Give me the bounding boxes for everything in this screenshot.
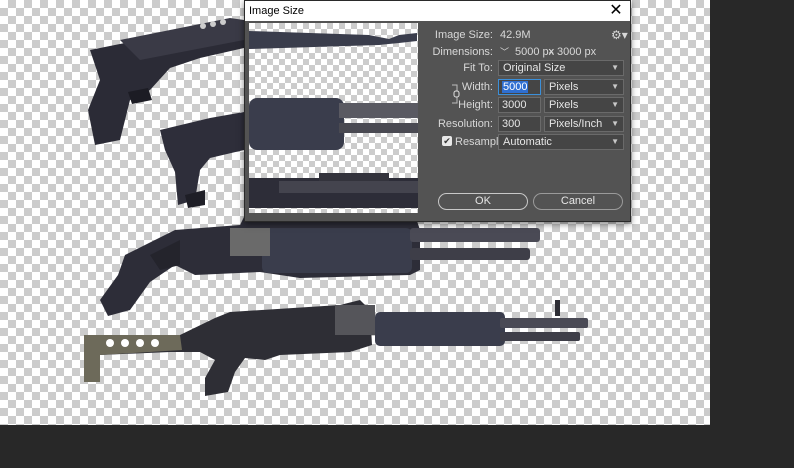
resolution-unit-select[interactable]: Pixels/Inch ▼ [544,116,624,132]
height-unit-select[interactable]: Pixels ▼ [544,97,624,113]
fit-to-value: Original Size [503,62,566,74]
dimensions-times: × [548,46,555,58]
height-value: 3000 [502,99,527,111]
chevron-down-icon: ▼ [611,63,619,72]
resample-checkbox[interactable]: ✔ [442,136,452,146]
dialog-titlebar: Image Size ✕ [245,1,630,21]
image-size-value: 42.9M [500,29,531,41]
width-label: Width: [461,81,493,93]
fit-to-label: Fit To: [463,62,493,74]
height-input[interactable]: 3000 [498,97,541,113]
resample-select[interactable]: Automatic ▼ [498,134,624,150]
width-input[interactable]: 5000 [498,79,541,95]
dimensions-label: Dimensions: [432,46,493,58]
preview-image [249,31,418,208]
width-unit: Pixels [549,81,579,93]
ok-button[interactable]: OK [438,193,528,210]
shotgun-4 [84,300,588,396]
image-size-dialog: Image Size ✕ Image Size: 42.9M ⚙▾ Dimens… [244,0,631,222]
chevron-down-icon: ▼ [611,82,619,91]
chevron-down-icon: ▼ [611,100,619,109]
width-value: 5000 [502,81,529,93]
photoshop-workspace: Image Size ✕ Image Size: 42.9M ⚙▾ Dimens… [0,0,794,468]
close-icon[interactable]: ✕ [608,2,624,20]
height-unit: Pixels [549,99,579,111]
dimensions-height: 3000 px [557,46,597,58]
resolution-label: Resolution: [437,118,493,130]
resolution-unit: Pixels/Inch [549,118,603,130]
chevron-down-icon: ▼ [611,137,619,146]
dialog-title: Image Size [249,5,305,17]
shotgun-3 [100,215,540,316]
resolution-input[interactable]: 300 [498,116,541,132]
fit-to-select[interactable]: Original Size ▼ [498,60,624,76]
cancel-button[interactable]: Cancel [533,193,623,210]
chevron-down-icon: ▼ [611,119,619,128]
image-preview[interactable] [249,23,418,213]
image-size-label: Image Size: [434,29,493,41]
resolution-value: 300 [502,118,521,130]
gear-icon[interactable]: ⚙▾ [611,28,628,42]
chevron-down-icon[interactable]: ﹀ [500,45,509,58]
height-label: Height: [458,99,493,111]
resample-value: Automatic [503,136,552,148]
shotgun-2 [160,112,244,208]
width-unit-select[interactable]: Pixels ▼ [544,79,624,95]
